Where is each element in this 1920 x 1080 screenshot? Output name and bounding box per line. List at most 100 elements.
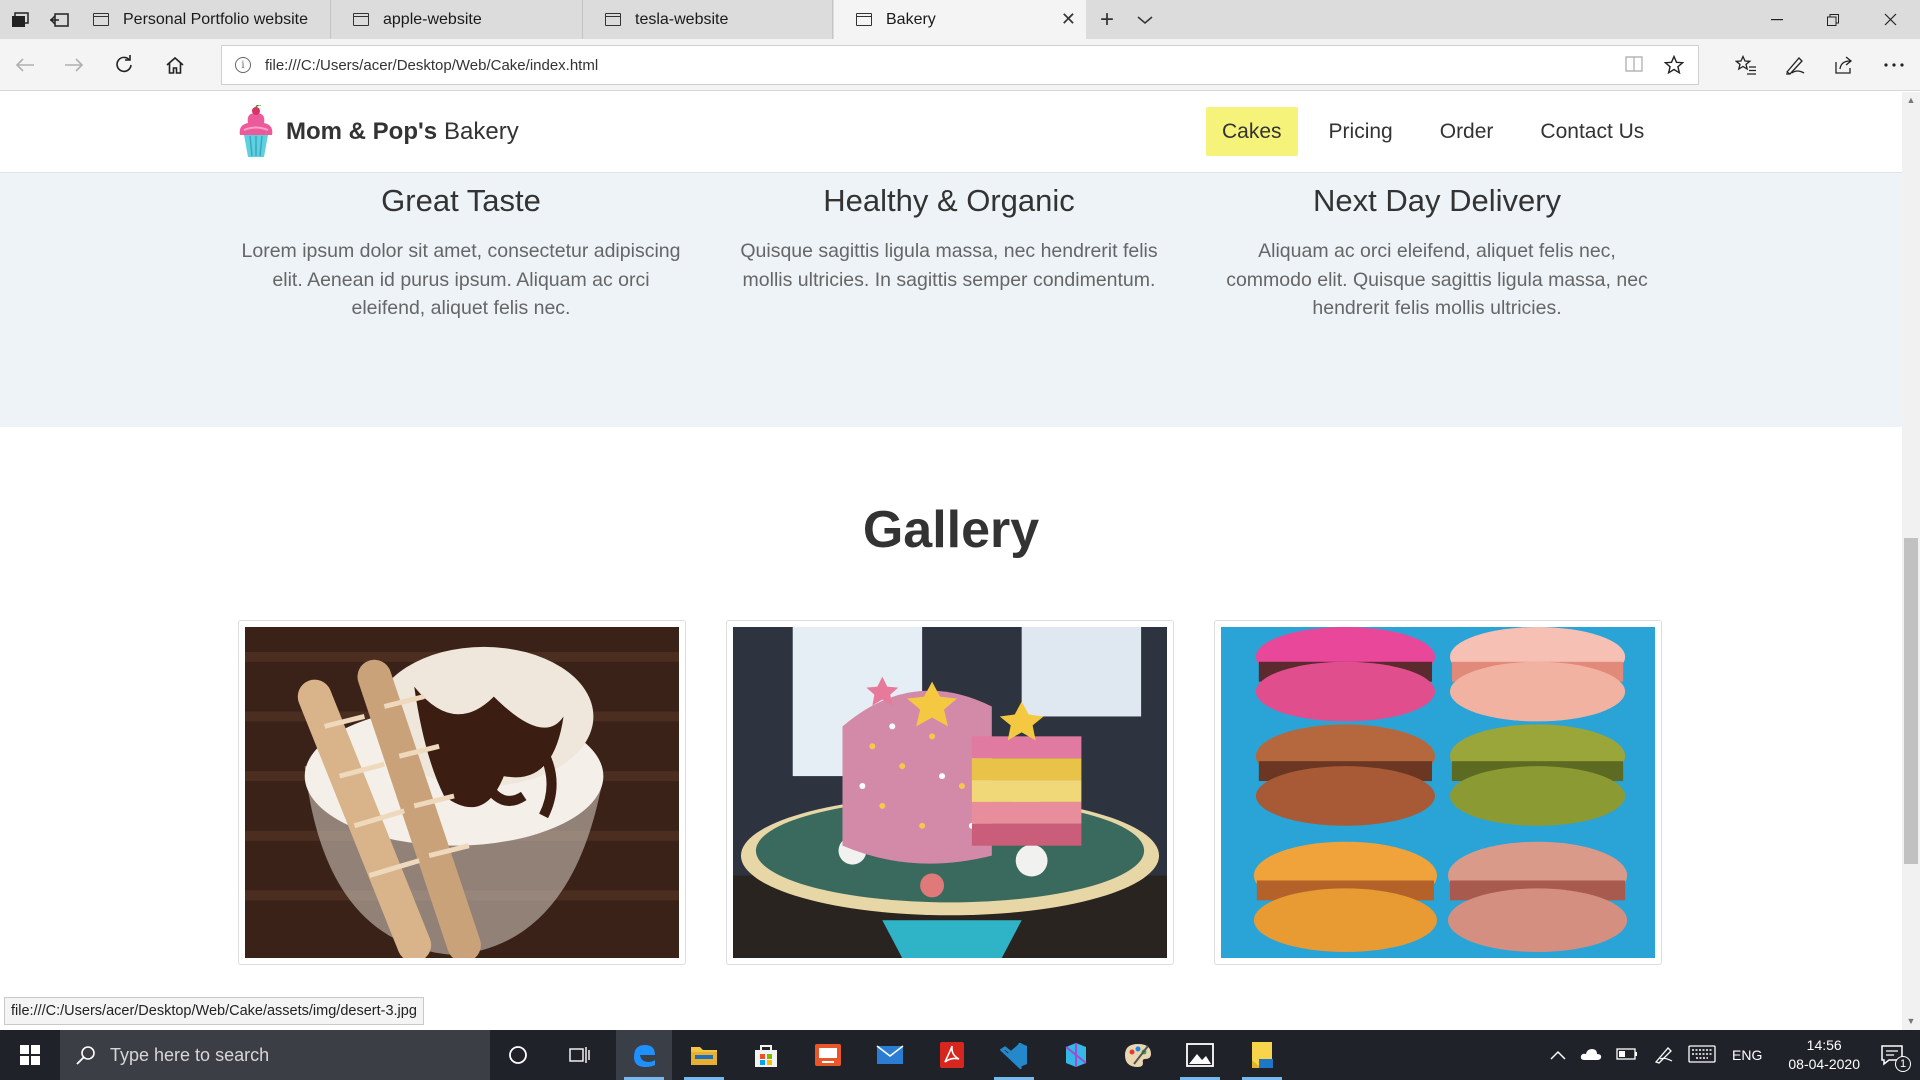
search-icon (76, 1046, 95, 1065)
menu-item-contact-us[interactable]: Contact Us (1524, 107, 1660, 156)
system-tray: ENG (1550, 1030, 1762, 1080)
taskbar-photos[interactable] (1172, 1030, 1228, 1080)
feature-title: Great Taste (381, 183, 541, 218)
web-note-pen-icon[interactable] (1780, 50, 1810, 80)
show-hidden-icons-chevron-icon[interactable] (1550, 1047, 1566, 1063)
3d-cube-icon (1065, 1043, 1087, 1067)
tab-preview-chevron-icon[interactable] (1134, 9, 1156, 31)
taskbar-notes[interactable] (1234, 1030, 1290, 1080)
taskbar-store[interactable] (738, 1030, 794, 1080)
page-viewport: Mom & Pop's Bakery Cakes Pricing Order C… (0, 92, 1902, 1030)
feature-title: Healthy & Organic (823, 183, 1075, 218)
site-header: Mom & Pop's Bakery Cakes Pricing Order C… (0, 92, 1902, 173)
tab-tesla-website[interactable]: tesla-website (583, 0, 833, 39)
feature-next-day-delivery: Next Day Delivery Aliquam ac orci eleife… (1212, 173, 1662, 323)
feature-text: Quisque sagittis ligula massa, nec hendr… (740, 240, 1158, 291)
restore-button[interactable] (1805, 0, 1861, 39)
scroll-down-arrow-icon[interactable]: ▼ (1906, 1016, 1916, 1026)
menu-item-cakes[interactable]: Cakes (1206, 107, 1298, 156)
onedrive-cloud-icon[interactable] (1580, 1047, 1602, 1064)
feature-text: Aliquam ac orci eleifend, aliquet felis … (1226, 240, 1648, 319)
language-indicator[interactable]: ENG (1732, 1047, 1762, 1063)
gallery-item[interactable] (1214, 620, 1662, 965)
main-menu: Cakes Pricing Order Contact Us (1206, 107, 1675, 156)
vscode-icon (1000, 1043, 1027, 1069)
address-url[interactable]: file:///C:/Users/acer/Desktop/Web/Cake/i… (265, 57, 598, 74)
clock-date: 08-04-2020 (1788, 1056, 1860, 1072)
taskbar-pdf-reader[interactable] (924, 1030, 980, 1080)
start-button[interactable] (0, 1030, 60, 1080)
scroll-up-arrow-icon[interactable]: ▲ (1906, 95, 1916, 105)
scrollbar-thumb[interactable] (1904, 538, 1918, 864)
back-button[interactable] (10, 50, 40, 80)
tabs-aside-icon[interactable] (48, 9, 70, 31)
taskbar-3d-app[interactable] (1048, 1030, 1104, 1080)
refresh-button[interactable] (109, 50, 139, 80)
action-center-button[interactable]: 1 (1864, 1030, 1920, 1080)
macarons-stack-image[interactable] (1221, 627, 1655, 958)
home-button[interactable] (160, 50, 190, 80)
battery-icon[interactable] (1616, 1047, 1638, 1063)
tab-title: Personal Portfolio website (123, 10, 308, 28)
tab-bakery[interactable]: Bakery ✕ (834, 0, 1086, 39)
page-icon (353, 13, 369, 26)
forward-button[interactable] (59, 50, 89, 80)
photos-icon (1186, 1043, 1214, 1067)
address-bar[interactable]: i file:///C:/Users/acer/Desktop/Web/Cake… (221, 45, 1699, 85)
taskbar-edge[interactable] (616, 1030, 672, 1080)
feature-text: Lorem ipsum dolor sit amet, consectetur … (241, 240, 681, 319)
tab-apple-website[interactable]: apple-website (331, 0, 583, 39)
favorite-star-icon[interactable] (1663, 54, 1685, 75)
presentation-icon (815, 1044, 841, 1066)
touch-keyboard-icon[interactable] (1688, 1044, 1716, 1066)
taskbar-slides-app[interactable] (800, 1030, 856, 1080)
close-window-button[interactable] (1862, 0, 1918, 39)
tab-actions-icon[interactable] (9, 9, 31, 31)
new-tab-button[interactable]: + (1096, 6, 1118, 33)
more-menu-icon[interactable] (1879, 50, 1909, 80)
feature-healthy-organic: Healthy & Organic Quisque sagittis ligul… (724, 173, 1174, 294)
notification-count-badge: 1 (1895, 1056, 1911, 1072)
mail-icon (876, 1045, 904, 1064)
taskbar-clock[interactable]: 14:56 08-04-2020 (1788, 1036, 1860, 1074)
tab-personal-portfolio[interactable]: Personal Portfolio website (71, 0, 331, 39)
cortana-button[interactable] (490, 1030, 546, 1080)
cortana-icon (509, 1046, 527, 1064)
brand[interactable]: Mom & Pop's Bakery (236, 105, 519, 159)
reading-view-icon[interactable] (1624, 55, 1644, 75)
sticky-note-icon (1252, 1042, 1273, 1068)
taskbar-mail[interactable] (862, 1030, 918, 1080)
feature-great-taste: Great Taste Lorem ipsum dolor sit amet, … (236, 173, 686, 323)
browser-toolbar: i file:///C:/Users/acer/Desktop/Web/Cake… (0, 39, 1920, 91)
menu-item-order[interactable]: Order (1424, 107, 1510, 156)
brand-name-rest: Bakery (444, 118, 519, 145)
windows-taskbar: Type here to search ENG 14:56 08-04-2020… (0, 1030, 1920, 1080)
gallery-item[interactable] (726, 620, 1174, 965)
edge-browser-icon (634, 1045, 655, 1067)
brand-name-bold: Mom & Pop's (286, 118, 438, 145)
page-icon (93, 13, 109, 26)
tab-title: Bakery (886, 10, 936, 28)
minimize-button[interactable] (1749, 0, 1805, 39)
clock-time: 14:56 (1806, 1037, 1842, 1053)
page-icon (856, 13, 872, 26)
page-icon (605, 13, 621, 26)
taskbar-vscode[interactable] (986, 1030, 1042, 1080)
taskbar-paint[interactable] (1110, 1030, 1166, 1080)
share-icon[interactable] (1829, 50, 1859, 80)
pen-ink-icon[interactable] (1654, 1044, 1674, 1067)
page-scrollbar[interactable]: ▲ ▼ (1902, 92, 1920, 1030)
taskbar-file-explorer[interactable] (676, 1030, 732, 1080)
paint-palette-icon (1125, 1044, 1151, 1067)
taskbar-search-box[interactable]: Type here to search (60, 1030, 490, 1080)
sprinkle-layer-cake-image[interactable] (733, 627, 1167, 958)
ice-cream-sundae-image[interactable] (245, 627, 679, 958)
task-view-button[interactable] (552, 1030, 608, 1080)
gallery-item[interactable] (238, 620, 686, 965)
features-section: Great Taste Lorem ipsum dolor sit amet, … (0, 173, 1902, 427)
favorites-hub-icon[interactable] (1731, 50, 1761, 80)
site-info-icon[interactable]: i (235, 57, 251, 73)
menu-item-pricing[interactable]: Pricing (1313, 107, 1409, 156)
close-tab-icon[interactable]: ✕ (1061, 10, 1076, 28)
store-bag-icon (755, 1045, 777, 1067)
